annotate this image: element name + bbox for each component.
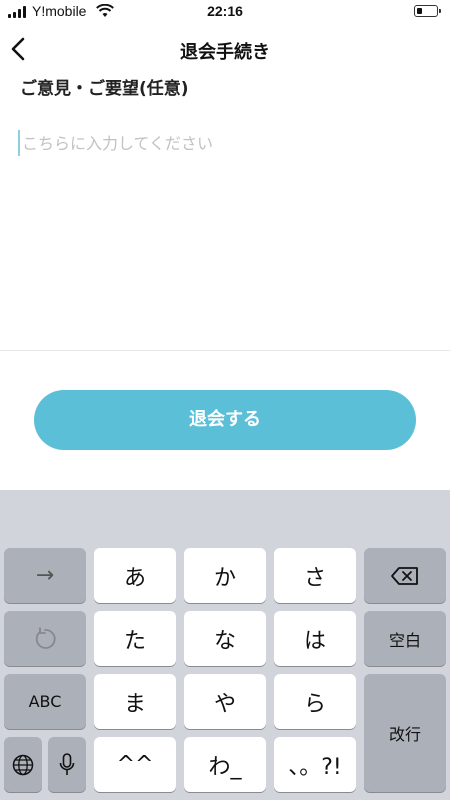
globe-icon (12, 754, 34, 775)
microphone-icon (59, 752, 75, 775)
feedback-section-heading: ご意見・ご要望(任意) (20, 79, 189, 99)
delete-backward-icon (391, 566, 418, 585)
undo-icon (35, 626, 56, 649)
battery-icon (414, 5, 441, 17)
text-cursor (18, 130, 20, 156)
key-return[interactable]: 改行 (364, 674, 446, 792)
page-title: 退会手続き (180, 42, 270, 63)
key-arrow-right[interactable]: → (4, 548, 86, 603)
navigation-bar: 退会手続き (0, 26, 450, 72)
key-ka[interactable]: か (184, 548, 266, 603)
key-ha[interactable]: は (274, 611, 356, 666)
key-wa[interactable]: わ_ (184, 737, 266, 792)
feedback-textarea[interactable]: こちらに入力してください (18, 128, 432, 338)
key-punctuation[interactable]: 、。?! (274, 737, 356, 792)
divider (0, 350, 450, 351)
key-space[interactable]: 空白 (364, 611, 446, 666)
key-na[interactable]: な (184, 611, 266, 666)
key-undo[interactable] (4, 611, 86, 666)
withdraw-button[interactable]: 退会する (34, 390, 416, 450)
key-sa[interactable]: さ (274, 548, 356, 603)
key-ya[interactable]: や (184, 674, 266, 729)
key-microphone[interactable] (48, 737, 86, 792)
key-a[interactable]: あ (94, 548, 176, 603)
key-delete[interactable] (364, 548, 446, 603)
japanese-kana-keyboard: → あ か さ た な は 空白 ABC ま や ら 改行 ^^ わ_ 、。?! (0, 490, 450, 800)
key-abc[interactable]: ABC (4, 674, 86, 729)
key-emoticon[interactable]: ^^ (94, 737, 176, 792)
key-ra[interactable]: ら (274, 674, 356, 729)
key-ma[interactable]: ま (94, 674, 176, 729)
clock: 22:16 (207, 3, 243, 19)
key-ta[interactable]: た (94, 611, 176, 666)
status-bar: Y!mobile 22:16 (0, 0, 450, 24)
key-globe[interactable] (4, 737, 42, 792)
feedback-placeholder: こちらに入力してください (22, 134, 214, 153)
